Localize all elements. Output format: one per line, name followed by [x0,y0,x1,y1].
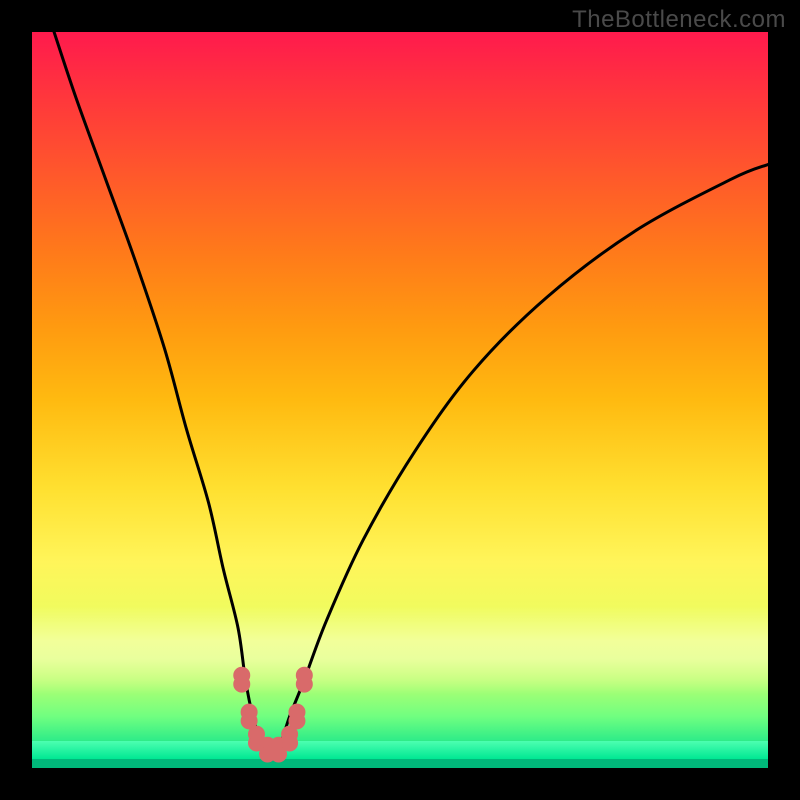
curve-layer [32,32,768,768]
plot-area [32,32,768,768]
chart-frame: TheBottleneck.com [0,0,800,800]
watermark-text: TheBottleneck.com [572,6,786,34]
valley-bumps [234,667,313,762]
bottleneck-curve-line [54,32,768,751]
